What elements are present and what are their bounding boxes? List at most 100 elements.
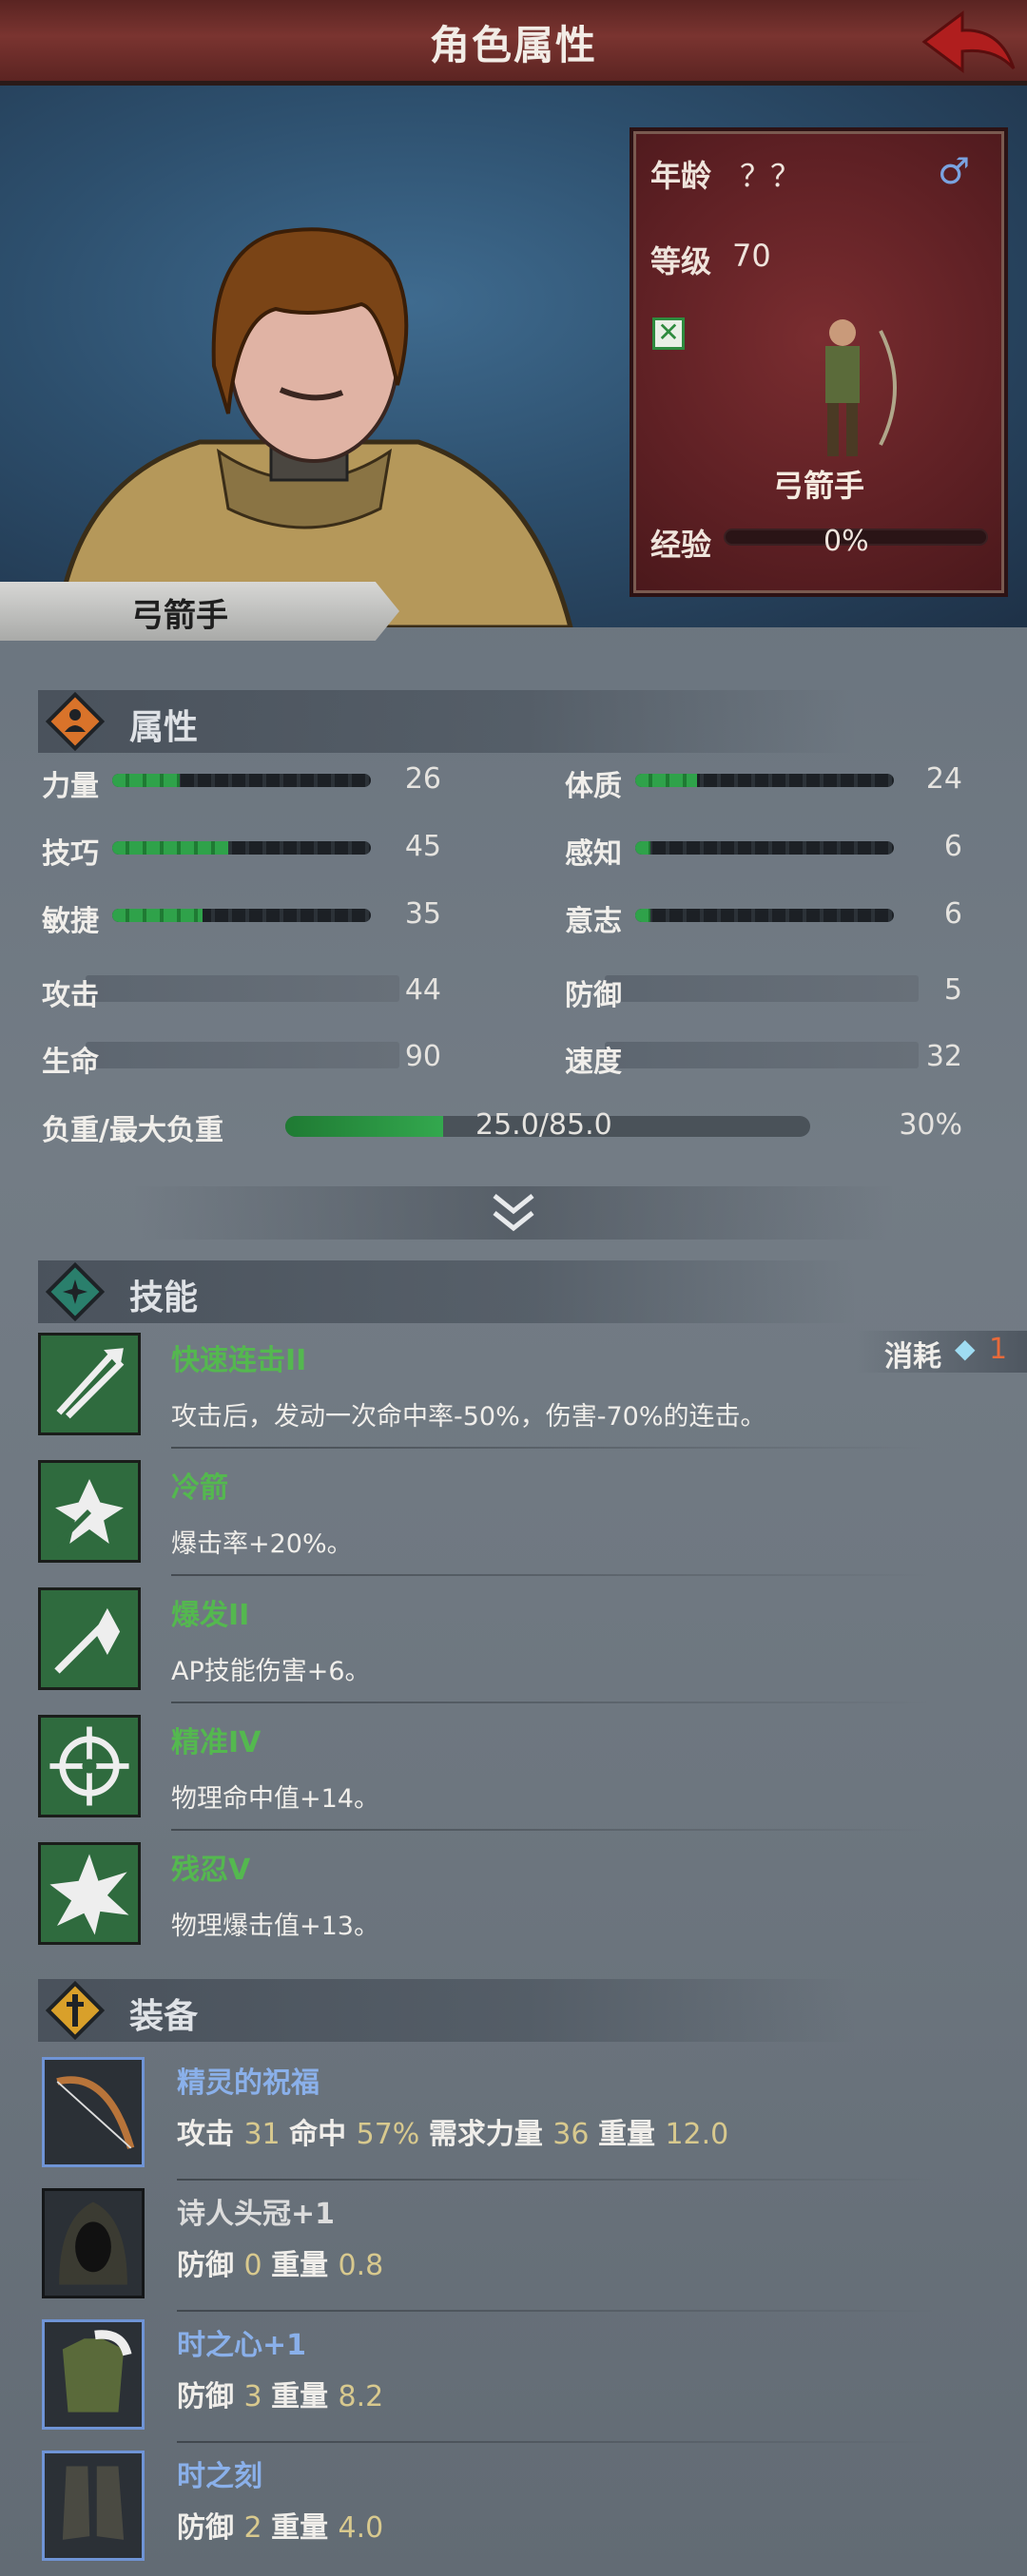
back-button[interactable] [919, 8, 1019, 78]
stat-value: 45 [404, 830, 441, 863]
stat-value: 0.8 [338, 2249, 384, 2282]
character-class-label: 弓箭手 [131, 597, 228, 635]
skill-name: 爆发II [171, 1599, 250, 1632]
stat-label: 需求力量 [428, 2118, 553, 2151]
character-name-tag: 弓箭手 [0, 582, 399, 641]
class-name: 弓箭手 [772, 468, 864, 504]
stat-label: 意志 [565, 905, 622, 938]
burst-sword-skill-icon[interactable] [38, 1587, 141, 1690]
stat-label: 防御 [177, 2249, 244, 2282]
spike-burst-icon [49, 1854, 129, 1935]
stat-value: 12.0 [665, 2118, 729, 2151]
bow-slot[interactable] [42, 2057, 145, 2167]
stat-bar-fill [635, 841, 651, 855]
top-bar: 角色属性 [0, 0, 1027, 86]
diamond-icon: ◆ [955, 1333, 976, 1364]
class-figure-icon [825, 319, 897, 456]
stat-value: 26 [404, 762, 441, 796]
info-card: 年龄 ？？ ♂ 等级 70 ✕ 弓箭手 经验 0% [630, 127, 1008, 597]
equipment-divider [177, 2179, 938, 2181]
skill-divider [171, 1701, 932, 1703]
back-arrow-icon [921, 10, 1016, 73]
stat-label: 防御 [177, 2380, 244, 2413]
age-value: ？？ [740, 158, 802, 194]
equipment-name: 精灵的祝福 [177, 2067, 320, 2100]
stat-value: 24 [925, 762, 962, 796]
stat-label: 敏捷 [42, 905, 99, 938]
burst-sword-icon [54, 1607, 121, 1674]
double-arrow-skill-icon[interactable] [38, 1333, 141, 1435]
stat-label: 重量 [271, 2380, 339, 2413]
skill-name: 精准IV [171, 1726, 262, 1759]
stat-value: 6 [943, 830, 962, 863]
equipment-name: 时之心+1 [177, 2329, 307, 2362]
stat-value: 0 [243, 2249, 272, 2282]
stat-value: 90 [404, 1040, 441, 1073]
exp-value: 0% [824, 525, 869, 558]
stat-value: 31 [243, 2118, 290, 2151]
stat-value: 5 [943, 973, 962, 1007]
stat-bar [635, 774, 894, 787]
equipment-title: 装备 [129, 1997, 199, 2036]
stat-value: 2 [243, 2511, 272, 2545]
equipment-stats: 防御 2 重量 4.0 [177, 2504, 383, 2546]
cross-icon [46, 1981, 105, 2040]
stat-bar-fill [635, 774, 698, 787]
skill-name: 残忍V [171, 1854, 251, 1887]
level-label: 等级 [650, 243, 712, 279]
stat-label: 防御 [177, 2511, 244, 2545]
stat-value: 3 [243, 2380, 272, 2413]
equipment-stats: 攻击 31 命中 57% 需求力量 36 重量 12.0 [177, 2110, 728, 2152]
boots-icon [62, 2466, 125, 2540]
skill-divider [171, 1447, 932, 1449]
cold-arrow-icon [53, 1479, 124, 1548]
stat-bar-fill [112, 841, 229, 855]
stat-label: 感知 [565, 837, 622, 871]
stat-bar [86, 1042, 399, 1068]
expand-button[interactable] [133, 1186, 894, 1240]
star-diamond-icon [46, 1262, 105, 1321]
load-percent: 30% [899, 1108, 962, 1142]
crosshair-skill-icon[interactable] [38, 1715, 141, 1817]
stat-label: 重量 [271, 2249, 339, 2282]
skill-desc: AP技能伤害+6。 [171, 1657, 371, 1686]
level-value: 70 [732, 238, 771, 274]
load-value: 25.0/85.0 [475, 1108, 612, 1142]
load-label: 负重/最大负重 [42, 1114, 223, 1147]
skill-name: 冷箭 [171, 1471, 228, 1505]
double-chevron-down-icon [493, 1194, 534, 1232]
stat-bar [605, 975, 919, 1002]
skill-name: 快速连击II [171, 1344, 307, 1377]
stat-label: 技巧 [42, 837, 99, 871]
stat-value: 8.2 [338, 2380, 384, 2413]
armor-icon [62, 2330, 132, 2413]
equipment-divider [177, 2310, 938, 2312]
male-icon: ♂ [938, 150, 971, 192]
spike-burst-skill-icon[interactable] [38, 1842, 141, 1945]
equipment-name: 诗人头冠+1 [177, 2198, 336, 2231]
stat-label: 体质 [565, 770, 622, 803]
skills-header: 技能 [38, 1260, 856, 1323]
skill-divider [171, 1829, 932, 1831]
stat-bar [112, 909, 371, 922]
stat-bar [112, 841, 371, 855]
skill-divider [171, 1574, 932, 1576]
hood-slot[interactable] [42, 2188, 145, 2298]
attributes-title: 属性 [129, 708, 199, 747]
boots-slot[interactable] [42, 2451, 145, 2561]
status-checkbox-icon[interactable]: ✕ [652, 317, 685, 350]
stat-value: 57% [356, 2118, 429, 2151]
skill-desc: 物理爆击值+13。 [171, 1912, 379, 1941]
stat-bar [635, 909, 894, 922]
person-icon [46, 692, 105, 751]
stat-value: 44 [404, 973, 441, 1007]
skill-desc: 攻击后，发动一次命中率-50%，伤害-70%的连击。 [171, 1402, 766, 1432]
stat-value: 4.0 [338, 2511, 384, 2545]
skill-cost: 消耗 ◆ 1 [856, 1331, 1027, 1374]
cost-value: 1 [989, 1333, 1008, 1366]
cold-arrow-skill-icon[interactable] [38, 1460, 141, 1563]
load-bar-fill [285, 1116, 443, 1137]
armor-slot[interactable] [42, 2319, 145, 2430]
cost-label: 消耗 [884, 1340, 941, 1374]
stat-value: 36 [552, 2118, 599, 2151]
